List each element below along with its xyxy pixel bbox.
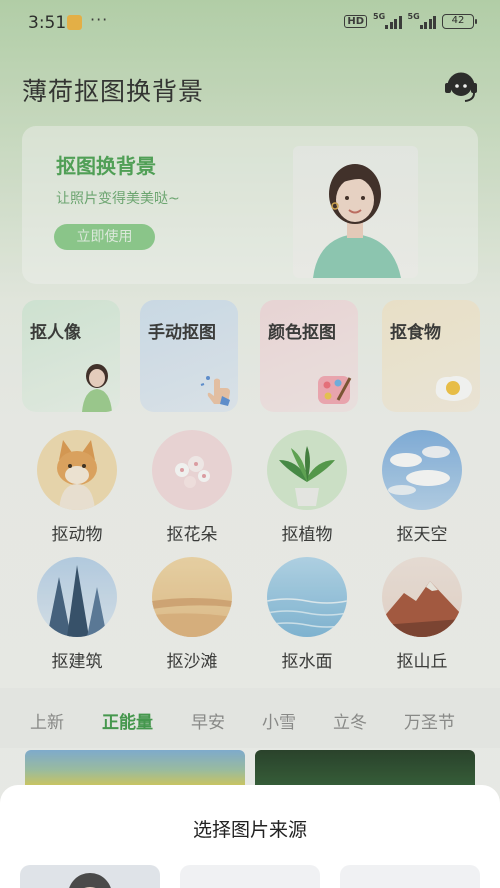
source-option-album[interactable] — [20, 865, 160, 888]
modal-overlay[interactable] — [0, 0, 500, 888]
sheet-title: 选择图片来源 — [192, 819, 307, 841]
app-page: 3:51 ··· HD 5G 5G 42 薄荷抠图换背景 抠图换背景 让照片变得… — [0, 0, 500, 888]
image-source-sheet: 选择图片来源 — [0, 785, 500, 888]
source-option-other[interactable] — [340, 865, 480, 888]
source-option-camera[interactable] — [180, 865, 320, 888]
